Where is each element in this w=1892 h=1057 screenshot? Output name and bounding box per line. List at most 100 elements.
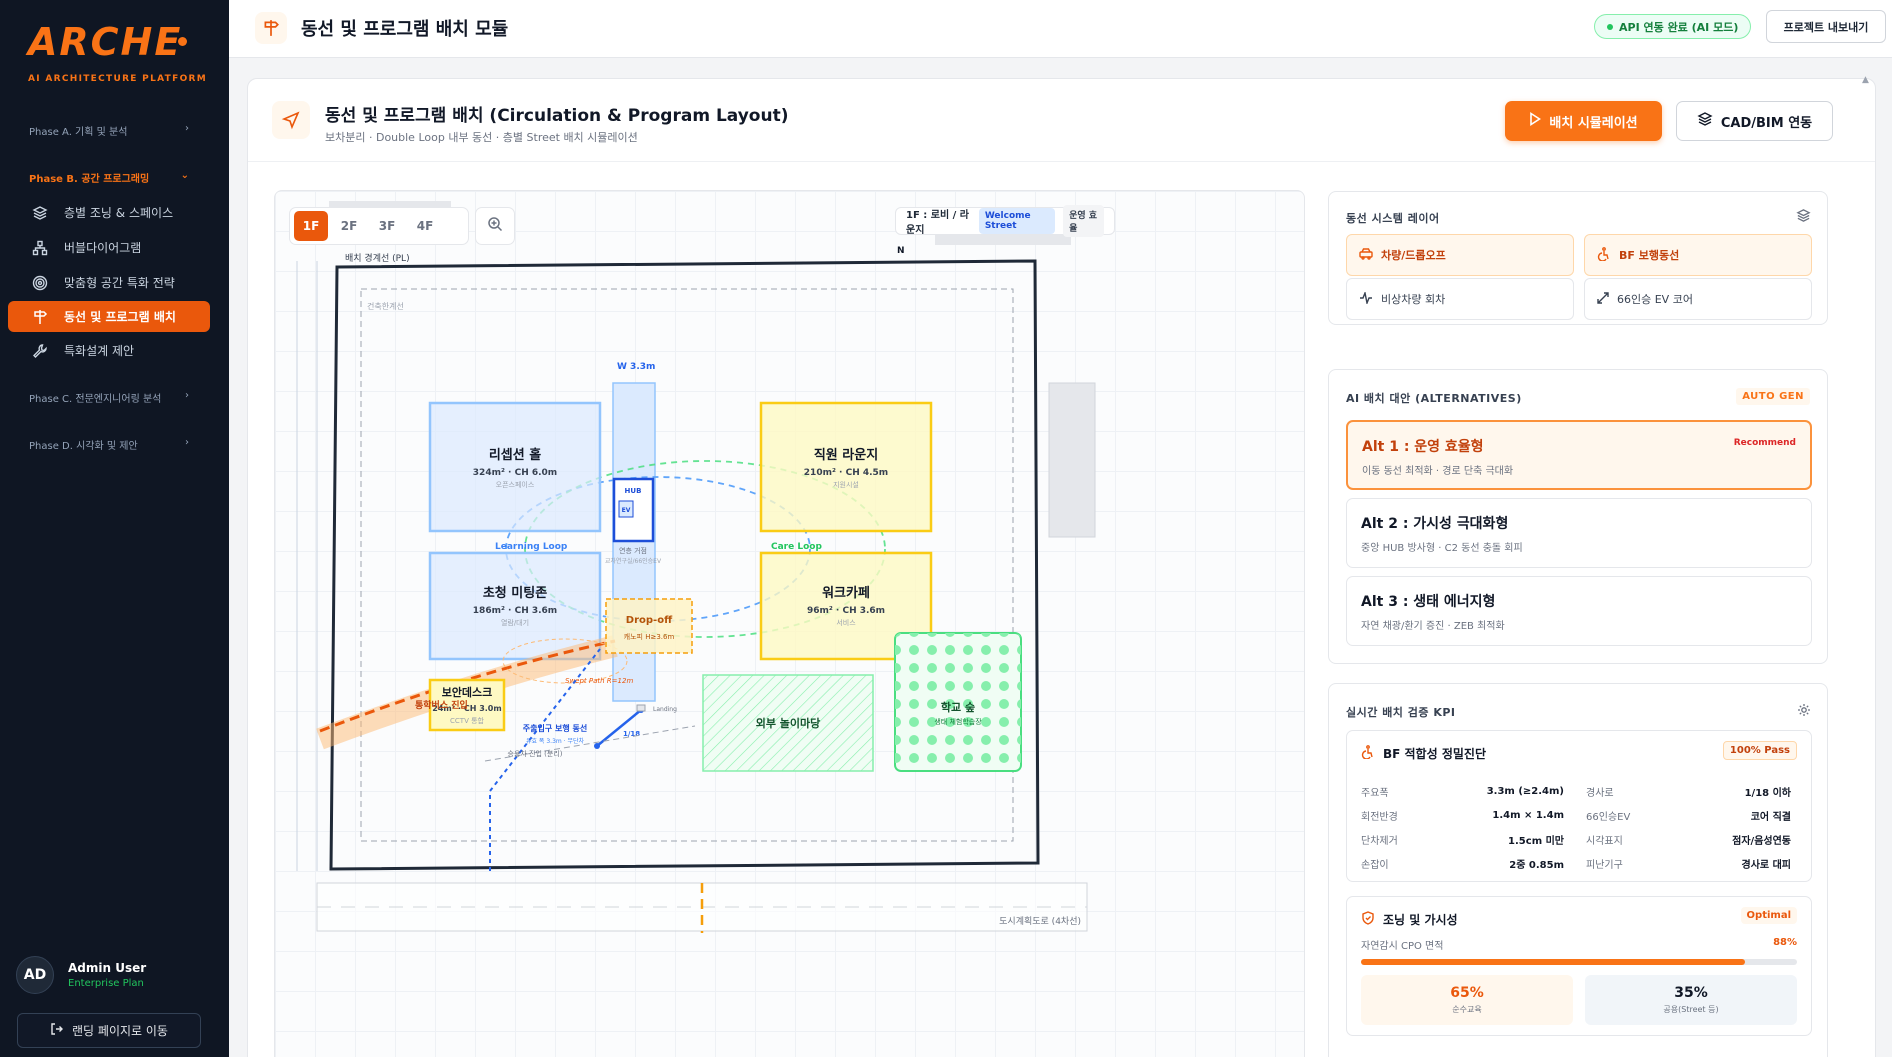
- phase-label: Phase D. 시각화 및 제안: [29, 441, 138, 452]
- floor-tag: 운영 효율: [1063, 205, 1104, 237]
- floor-tabs: 1F 2F 3F 4F: [289, 207, 469, 245]
- sidebar-item-label: 버블다이어그램: [64, 241, 142, 255]
- phase-b[interactable]: Phase B. 공간 프로그래밍 ⌄: [29, 170, 189, 185]
- bf-grid: 주요폭 3.3m (≥2.4m) 경사로 1/18 이하 회전반경 1.4m × 1.4…: [1361, 779, 1801, 875]
- dropoff-label: Drop-off: [626, 615, 673, 626]
- site-label: 배치 경계선 (PL): [345, 252, 410, 264]
- alt-title: Alt 3 : 생태 에너지형: [1361, 594, 1496, 610]
- zoning-visibility-card: 조닝 및 가시성 Optimal 자연감시 CPO 면적 88% 65% 순수교…: [1346, 896, 1812, 1036]
- kpi-value: 점자/음성연동: [1732, 835, 1791, 847]
- kpi-row: 단차제거 1.5cm 미만 시각표지 점자/음성연동: [1361, 827, 1801, 851]
- layer-vehicle[interactable]: 차량/드롭오프: [1346, 234, 1574, 276]
- metric-value: 88%: [1773, 937, 1797, 948]
- alternative-3[interactable]: Alt 3 : 생태 에너지형 자연 채광/환기 증진 · ZEB 최적화: [1346, 576, 1812, 646]
- play-icon: [1529, 112, 1542, 130]
- tab-4f[interactable]: 4F: [408, 211, 442, 241]
- sidebar-item-bubble[interactable]: 버블다이어그램: [8, 232, 210, 263]
- hub-core[interactable]: HUB EV: [612, 477, 655, 543]
- site-plan-svg: N 배치 경계선 (PL) 건축한계선 W 3.3m 리셉션 홀 324m² ·…: [296, 201, 1096, 933]
- landing-page-button[interactable]: 랜딩 페이지로 이동: [17, 1013, 201, 1048]
- dropoff-zone[interactable]: Drop-off 캐노피 H≥3.6m: [605, 598, 693, 654]
- neighbor-block: [1048, 382, 1096, 538]
- learning-loop-label: Learning Loop: [495, 542, 568, 552]
- kpi-row: 회전반경 1.4m × 1.4m 66인승EV 코어 직결: [1361, 803, 1801, 827]
- layers-icon[interactable]: [1796, 208, 1811, 227]
- optimal-badge: Optimal: [1740, 907, 1797, 924]
- layer-bf-walk[interactable]: BF 보행동선: [1584, 234, 1812, 276]
- kpi-key: 단차제거: [1361, 835, 1398, 847]
- room-spec: 210m² · CH 4.5m: [804, 468, 888, 478]
- scroll-up-icon[interactable]: ▲: [1862, 75, 1869, 85]
- stat-value: 35%: [1674, 985, 1708, 1001]
- sidebar-item-label: 특화설계 제안: [64, 344, 135, 358]
- user-profile[interactable]: AD Admin User Enterprise Plan: [16, 956, 146, 994]
- tab-2f[interactable]: 2F: [332, 211, 366, 241]
- kpi-panel: 실시간 배치 검증 KPI BF 적합성 정밀진단 100% Pass 주요폭 3…: [1328, 683, 1828, 1057]
- layer-ev-core[interactable]: 66인승 EV 코어: [1584, 278, 1812, 320]
- page-title: 동선 및 프로그램 배치 모듈: [301, 19, 509, 40]
- tab-3f[interactable]: 3F: [370, 211, 404, 241]
- cpo-progress-bar: [1361, 959, 1797, 965]
- sidebar-item-zoning[interactable]: 층별 조닝 & 스페이스: [8, 197, 210, 228]
- sidebar-item-strategy[interactable]: 맞춤형 공간 특화 전략: [8, 267, 210, 298]
- phase-d[interactable]: Phase D. 시각화 및 제안 ›: [29, 437, 189, 452]
- kpi-key: 66인승EV: [1586, 811, 1631, 823]
- care-loop-label: Care Loop: [771, 542, 822, 552]
- main-walk-sub: 유효 폭 3.3m · 무단차: [526, 737, 585, 745]
- target-icon: [30, 273, 50, 293]
- room-use: CCTV 통합: [450, 716, 485, 725]
- room-reception[interactable]: 리셉션 홀 324m² · CH 6.0m 오픈스페이스: [428, 401, 602, 533]
- wrench-icon: [30, 341, 50, 361]
- alternatives-panel: AI 배치 대안 (ALTERNATIVES) AUTO GEN Alt 1 :…: [1328, 369, 1828, 664]
- room-spec: 186m² · CH 3.6m: [473, 606, 557, 616]
- chevron-right-icon: ›: [185, 437, 189, 448]
- ramp-line: [596, 709, 642, 747]
- site-plan-canvas[interactable]: N 배치 경계선 (PL) 건축한계선 W 3.3m 리셉션 홀 324m² ·…: [274, 190, 1305, 1057]
- chevron-right-icon: ›: [185, 123, 189, 134]
- simulate-button[interactable]: 배치 시뮬레이션: [1505, 101, 1662, 141]
- export-project-button[interactable]: 프로젝트 내보내기: [1766, 10, 1886, 43]
- layer-label: 차량/드롭오프: [1381, 249, 1446, 262]
- tab-1f[interactable]: 1F: [294, 211, 328, 241]
- main-card: 동선 및 프로그램 배치 (Circulation & Program Layo…: [247, 75, 1876, 1057]
- room-meeting-zone[interactable]: 초청 미팅존 186m² · CH 3.6m 열람/대기: [428, 551, 602, 661]
- cad-bim-button[interactable]: CAD/BIM 연동: [1676, 101, 1833, 141]
- school-forest[interactable]: 학교 숲 생태 체험학습장: [894, 632, 1022, 772]
- avatar: AD: [16, 956, 54, 994]
- sidebar-item-special-design[interactable]: 특화설계 제안: [8, 335, 210, 366]
- bus-entry-label: 통학버스 진입: [415, 699, 468, 711]
- alternative-2[interactable]: Alt 2 : 가시성 극대화형 중앙 HUB 방사형 · C2 동선 충돌 회…: [1346, 498, 1812, 568]
- signpost-icon: [30, 307, 50, 327]
- app-tagline: AI ARCHITECTURE PLATFORM: [28, 74, 208, 84]
- kpi-row: 주요폭 3.3m (≥2.4m) 경사로 1/18 이하: [1361, 779, 1801, 803]
- corridor-width-label: W 3.3m: [617, 362, 655, 372]
- sidebar-item-label: 맞춤형 공간 특화 전략: [64, 276, 175, 290]
- divider: [248, 161, 1875, 162]
- panel-title: 실시간 배치 검증 KPI: [1346, 706, 1456, 719]
- phase-label: Phase C. 전문엔지니어링 분석: [29, 394, 162, 405]
- app-logo[interactable]: ARCHE: [28, 20, 182, 64]
- alternative-1[interactable]: Alt 1 : 운영 효율형 이동 동선 최적화 · 경로 단축 극대화 Rec…: [1346, 420, 1812, 490]
- outdoor-play-yard[interactable]: 외부 놀이마당: [702, 674, 874, 772]
- shield-icon: [1361, 911, 1375, 928]
- room-spec: 96m² · CH 3.6m: [807, 606, 885, 616]
- logo-dot: [178, 37, 187, 46]
- api-status-text: API 연동 완료 (AI 모드): [1619, 20, 1739, 34]
- sidebar-item-circulation[interactable]: 동선 및 프로그램 배치: [8, 301, 210, 332]
- kpi-value: 코어 직결: [1750, 811, 1791, 823]
- gear-icon[interactable]: [1797, 702, 1811, 721]
- kpi-value: 2중 0.85m: [1509, 859, 1564, 871]
- zoom-button[interactable]: [475, 207, 515, 245]
- phase-c[interactable]: Phase C. 전문엔지니어링 분석 ›: [29, 390, 189, 405]
- phase-a[interactable]: Phase A. 기획 및 분석 ›: [29, 123, 189, 138]
- dropoff-sub: 캐노피 H≥3.6m: [624, 632, 675, 641]
- setback-label: 건축한계선: [367, 301, 404, 311]
- layer-emergency[interactable]: 비상차량 회차: [1346, 278, 1574, 320]
- card-title: BF 적합성 정밀진단: [1383, 747, 1486, 761]
- metric-label: 자연감시 CPO 면적: [1361, 941, 1444, 952]
- room-staff-lounge[interactable]: 직원 라운지 210m² · CH 4.5m 지원시설: [759, 401, 933, 533]
- layer-label: 비상차량 회차: [1381, 293, 1446, 306]
- kpi-key: 시각표지: [1586, 835, 1623, 847]
- topbar: 동선 및 프로그램 배치 모듈 API 연동 완료 (AI 모드) 프로젝트 내…: [229, 0, 1892, 58]
- car-icon: [1359, 247, 1373, 263]
